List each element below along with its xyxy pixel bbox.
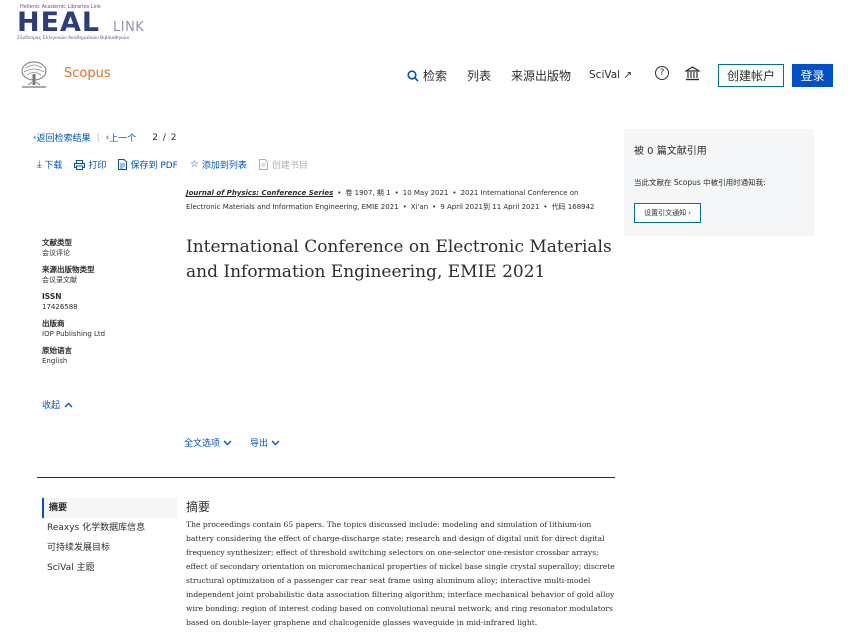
heal-logo-bottom-text: Σύνδεσμος Ελληνικών Ακαδημαϊκών Βιβλιοθη… [17,36,130,41]
save-pdf-button[interactable]: 保存到 PDF [118,158,178,171]
section-nav-sdg[interactable]: 可持续发展目标 [42,538,177,558]
issn-value: 17426588 [42,303,78,311]
download-label: 下载 [44,161,63,171]
section-nav-scival-topics[interactable]: SciVal 主题 [42,558,177,578]
nav-lists[interactable]: 列表 [467,67,491,84]
add-to-list-label: 添加到列表 [201,161,247,171]
print-button[interactable]: 打印 [74,158,106,171]
journal-link[interactable]: Journal of Physics: Conference Series [186,189,333,197]
conference-location: Xi'an [410,203,429,211]
elsevier-tree-logo-icon[interactable] [18,60,50,90]
heal-logo-link: LINK [113,20,145,35]
publication-meta: Journal of Physics: Conference Series • 卷 … [186,189,595,211]
document-actions: ⤓ 下载 打印 保存到 PDF ☆ 添加到列表 创建书目 [37,158,320,171]
source-type-value: 会议录文献 [42,276,77,284]
nav-search[interactable]: 检索 [407,67,447,84]
export-dropdown[interactable]: 导出 [250,436,280,449]
publication-date: 10 May 2021 [402,189,449,197]
export-label: 导出 [250,439,269,449]
pdf-file-icon [118,159,128,170]
chevron-right-icon: › [688,209,691,217]
scopus-brand[interactable]: Scopus [64,66,111,81]
print-label: 打印 [88,161,107,171]
chevron-up-icon [64,402,73,407]
institution-icon[interactable] [683,66,702,84]
issn-label: ISSN [42,292,62,301]
cited-by-count: 被 0 篇文献引用 [634,146,707,157]
collapse-label: 收起 [42,401,61,411]
abstract-text: The proceedings contain 65 papers. The t… [186,520,615,627]
fulltext-toolbar: 全文选项 导出 [184,436,280,449]
nav-scival[interactable]: SciVal ↗ [589,69,632,81]
citation-alert-description: 当此文献在 Scopus 中被引用时通知我: [634,178,766,187]
fulltext-options-label: 全文选项 [184,439,221,449]
set-citation-alert-label: 设置引文通知 [644,209,687,217]
section-nav-abstract[interactable]: 摘要 [42,498,177,518]
login-button[interactable]: 登录 [792,64,833,87]
fulltext-options-dropdown[interactable]: 全文选项 [184,436,232,449]
chevron-down-icon [271,440,280,445]
section-nav-reaxys[interactable]: Reaxys 化学数据库信息 [42,518,177,538]
page-indicator: 2 / 2 [152,132,178,143]
bibliography-icon [258,159,268,170]
top-navigation: Scopus 检索 列表 来源出版物 SciVal ↗ ? 创建帐户 登录 [0,56,852,94]
printer-icon [74,159,86,170]
collapse-details-button[interactable]: 收起 [42,398,73,411]
create-bibliography-label: 创建书目 [271,161,308,171]
save-pdf-label: 保存到 PDF [130,161,178,171]
section-navigation: 摘要 Reaxys 化学数据库信息 可持续发展目标 SciVal 主题 [42,498,177,578]
download-button[interactable]: ⤓ 下载 [37,158,62,171]
breadcrumb-divider: | [96,132,100,143]
star-icon: ☆ [189,159,199,170]
previous-link[interactable]: 上一个 [109,131,136,144]
document-details: 文献类型 会议评论 来源出版物类型 会议录文献 ISSN 17426588 出版… [42,238,162,373]
breadcrumb: ‹ 返回检索结果 | ‹ 上一个 2 / 2 [33,131,178,145]
chevron-down-icon [223,440,232,445]
volume-issue: 卷 1907, 期 1 [345,189,391,197]
add-to-list-button[interactable]: ☆ 添加到列表 [190,158,247,171]
nav-sources[interactable]: 来源出版物 [511,67,571,84]
doc-type-label: 文献类型 [42,238,72,247]
language-label: 原始语言 [42,346,72,355]
heal-link-logo[interactable]: Hellenic Academic Libraries Link HEAL LI… [17,4,152,42]
create-bibliography-button[interactable]: 创建书目 [258,158,308,171]
download-icon: ⤓ [37,159,42,170]
source-type-label: 来源出版物类型 [42,265,95,274]
abstract-heading: 摘要 [186,500,211,514]
publisher-value: IOP Publishing Ltd [42,330,106,338]
doc-type-value: 会议评论 [42,249,70,257]
publisher-label: 出版商 [42,319,65,328]
back-to-results-link[interactable]: 返回检索结果 [37,131,91,144]
question-circle-icon[interactable]: ? [655,66,669,80]
conference-dates: 9 April 2021到 11 April 2021 [440,203,540,211]
set-citation-alert-button[interactable]: 设置引文通知 › [634,203,701,223]
conference-code: 代码 168942 [551,203,595,211]
nav-search-label: 检索 [423,69,448,83]
section-divider [37,477,615,478]
search-icon [407,69,419,82]
heal-logo-main: HEAL [17,7,101,38]
create-account-button[interactable]: 创建帐户 [718,64,784,87]
citation-panel: 被 0 篇文献引用 当此文献在 Scopus 中被引用时通知我: 设置引文通知 … [624,129,814,236]
language-value: English [42,357,68,365]
document-title: International Conference on Electronic M… [186,237,612,282]
